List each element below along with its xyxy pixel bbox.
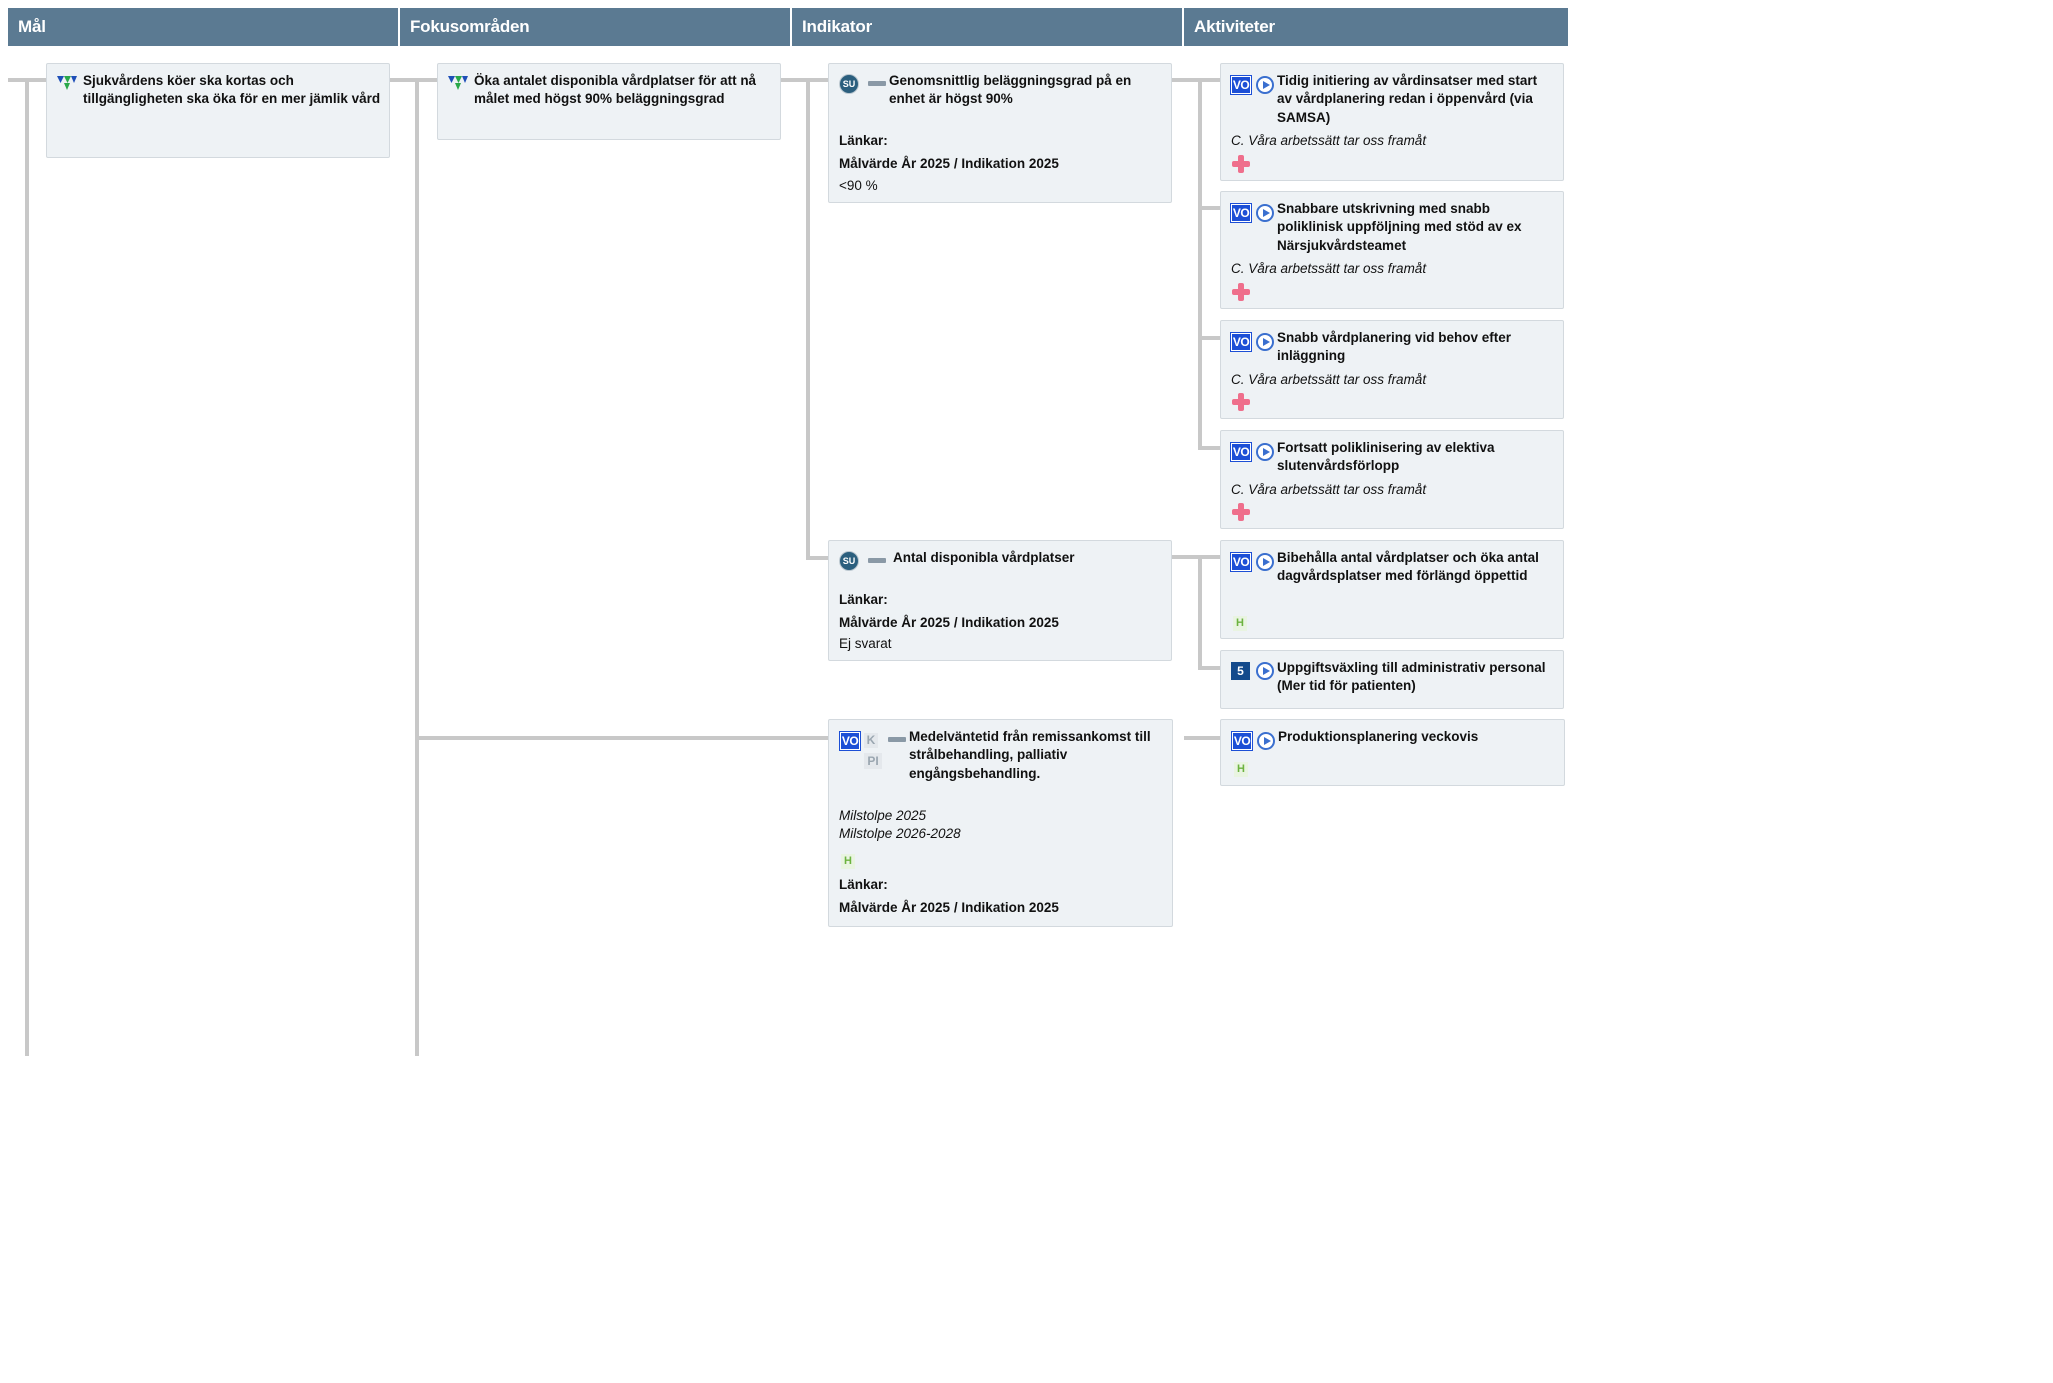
trend-neutral-icon bbox=[888, 737, 906, 742]
play-status-icon[interactable] bbox=[1257, 732, 1275, 750]
connector-line bbox=[780, 78, 829, 82]
vo-badge-icon: VO bbox=[1230, 75, 1252, 95]
play-status-icon[interactable] bbox=[1256, 333, 1274, 351]
indicator-title: Medelväntetid från remissankomst till st… bbox=[909, 729, 1151, 781]
target-label: Målvärde År 2025 / Indikation 2025 bbox=[839, 615, 1059, 630]
play-status-icon[interactable] bbox=[1256, 204, 1274, 222]
indicator-title: Antal disponibla vårdplatser bbox=[893, 550, 1075, 565]
connector-line bbox=[1184, 736, 1220, 740]
play-status-icon[interactable] bbox=[1256, 662, 1274, 680]
activity-card[interactable]: VO Bibehålla antal vårdplatser och öka a… bbox=[1220, 540, 1564, 639]
healthcare-cross-icon bbox=[1231, 502, 1251, 522]
links-label: Länkar: bbox=[839, 133, 888, 148]
column-header-aktiviteter: Aktiviteter bbox=[1184, 8, 1568, 46]
connector-line bbox=[1198, 336, 1220, 340]
h-badge-icon: H bbox=[841, 854, 855, 869]
connector-line bbox=[1198, 666, 1220, 670]
connector-line bbox=[25, 78, 29, 1056]
activity-subtitle: C. Våra arbetssätt tar oss framåt bbox=[1231, 133, 1427, 148]
column-header-indikator: Indikator bbox=[792, 8, 1182, 46]
connector-line bbox=[415, 78, 419, 1056]
column-header-fokusomraden: Fokusområden bbox=[400, 8, 790, 46]
healthcare-cross-icon bbox=[1231, 282, 1251, 302]
trend-neutral-icon bbox=[868, 558, 886, 563]
connector-line bbox=[415, 736, 829, 740]
activity-card[interactable]: VO Tidig initiering av vårdinsatser med … bbox=[1220, 63, 1564, 181]
connector-line bbox=[1198, 555, 1202, 670]
activity-card[interactable]: VO Produktionsplanering veckovis H bbox=[1220, 719, 1565, 786]
su-badge-icon: SU bbox=[839, 551, 859, 571]
milestone-2025: Milstolpe 2025 bbox=[839, 808, 927, 823]
indicator-card[interactable]: SU Antal disponibla vårdplatser Länkar: … bbox=[828, 540, 1172, 661]
indicator-title: Genomsnittlig beläggningsgrad på en enhe… bbox=[889, 73, 1132, 107]
activity-title: Snabbare utskrivning med snabb poliklini… bbox=[1277, 201, 1522, 253]
play-status-icon[interactable] bbox=[1256, 76, 1274, 94]
activity-title: Bibehålla antal vårdplatser och öka anta… bbox=[1277, 550, 1539, 584]
vo-badge-icon: VO bbox=[1230, 442, 1252, 462]
connector-line bbox=[1172, 555, 1220, 559]
strategy-map: Mål Fokusområden Indikator Aktiviteter S… bbox=[0, 0, 1568, 1056]
su-badge-icon: SU bbox=[839, 74, 859, 94]
vo-badge-icon: VO bbox=[1231, 731, 1253, 751]
connector-line bbox=[1172, 78, 1220, 82]
vo-badge-icon: VO bbox=[839, 731, 861, 751]
play-status-icon[interactable] bbox=[1256, 553, 1274, 571]
activity-title: Uppgiftsväxling till administrativ perso… bbox=[1277, 660, 1546, 694]
healthcare-cross-icon bbox=[1231, 154, 1251, 174]
region-logo-icon bbox=[56, 74, 78, 94]
connector-line bbox=[1198, 206, 1220, 210]
goal-card[interactable]: Sjukvårdens köer ska kortas och tillgäng… bbox=[46, 63, 390, 158]
indicator-card[interactable]: SU Genomsnittlig beläggningsgrad på en e… bbox=[828, 63, 1172, 203]
connector-line bbox=[1198, 78, 1202, 450]
k-badge-icon: K bbox=[864, 733, 878, 748]
column-header-mal: Mål bbox=[8, 8, 398, 46]
connector-line bbox=[1198, 446, 1220, 450]
target-label: Målvärde År 2025 / Indikation 2025 bbox=[839, 156, 1059, 171]
goal-title: Sjukvårdens köer ska kortas och tillgäng… bbox=[83, 73, 381, 107]
connector-line bbox=[806, 556, 829, 560]
target-value: Ej svarat bbox=[839, 636, 892, 651]
vo-badge-icon: VO bbox=[1230, 552, 1252, 572]
activity-title: Tidig initiering av vårdinsatser med sta… bbox=[1277, 73, 1538, 125]
milestone-2026-2028: Milstolpe 2026-2028 bbox=[839, 826, 961, 841]
pi-badge-icon: PI bbox=[864, 753, 882, 769]
activity-card[interactable]: VO Snabbare utskrivning med snabb polikl… bbox=[1220, 191, 1564, 309]
h-badge-icon: H bbox=[1233, 616, 1247, 631]
links-label: Länkar: bbox=[839, 592, 888, 607]
vo-badge-icon: VO bbox=[1230, 203, 1252, 223]
activity-subtitle: C. Våra arbetssätt tar oss framåt bbox=[1231, 261, 1427, 276]
h-badge-icon: H bbox=[1234, 762, 1248, 777]
vo-badge-icon: VO bbox=[1230, 332, 1252, 352]
activity-card[interactable]: 5 Uppgiftsväxling till administrativ per… bbox=[1220, 650, 1564, 709]
target-value: <90 % bbox=[839, 178, 878, 193]
priority-5-badge-icon: 5 bbox=[1231, 662, 1250, 680]
activity-title: Snabb vårdplanering vid behov efter inlä… bbox=[1277, 330, 1512, 364]
focus-area-title: Öka antalet disponibla vårdplatser för a… bbox=[474, 73, 757, 107]
activity-card[interactable]: VO Snabb vårdplanering vid behov efter i… bbox=[1220, 320, 1564, 419]
activity-title: Fortsatt poliklinisering av elektiva slu… bbox=[1277, 440, 1495, 474]
connector-line bbox=[806, 78, 810, 560]
activity-subtitle: C. Våra arbetssätt tar oss framåt bbox=[1231, 372, 1427, 387]
links-label: Länkar: bbox=[839, 877, 888, 892]
indicator-card[interactable]: VO K PI Medelväntetid från remissankomst… bbox=[828, 719, 1173, 927]
target-label: Målvärde År 2025 / Indikation 2025 bbox=[839, 900, 1059, 915]
activity-subtitle: C. Våra arbetssätt tar oss framåt bbox=[1231, 482, 1427, 497]
focus-area-card[interactable]: Öka antalet disponibla vårdplatser för a… bbox=[437, 63, 781, 140]
activity-card[interactable]: VO Fortsatt poliklinisering av elektiva … bbox=[1220, 430, 1564, 529]
activity-title: Produktionsplanering veckovis bbox=[1278, 729, 1479, 744]
play-status-icon[interactable] bbox=[1256, 443, 1274, 461]
connector-line bbox=[390, 78, 438, 82]
trend-neutral-icon bbox=[868, 81, 886, 86]
healthcare-cross-icon bbox=[1231, 392, 1251, 412]
region-logo-icon bbox=[447, 74, 469, 94]
